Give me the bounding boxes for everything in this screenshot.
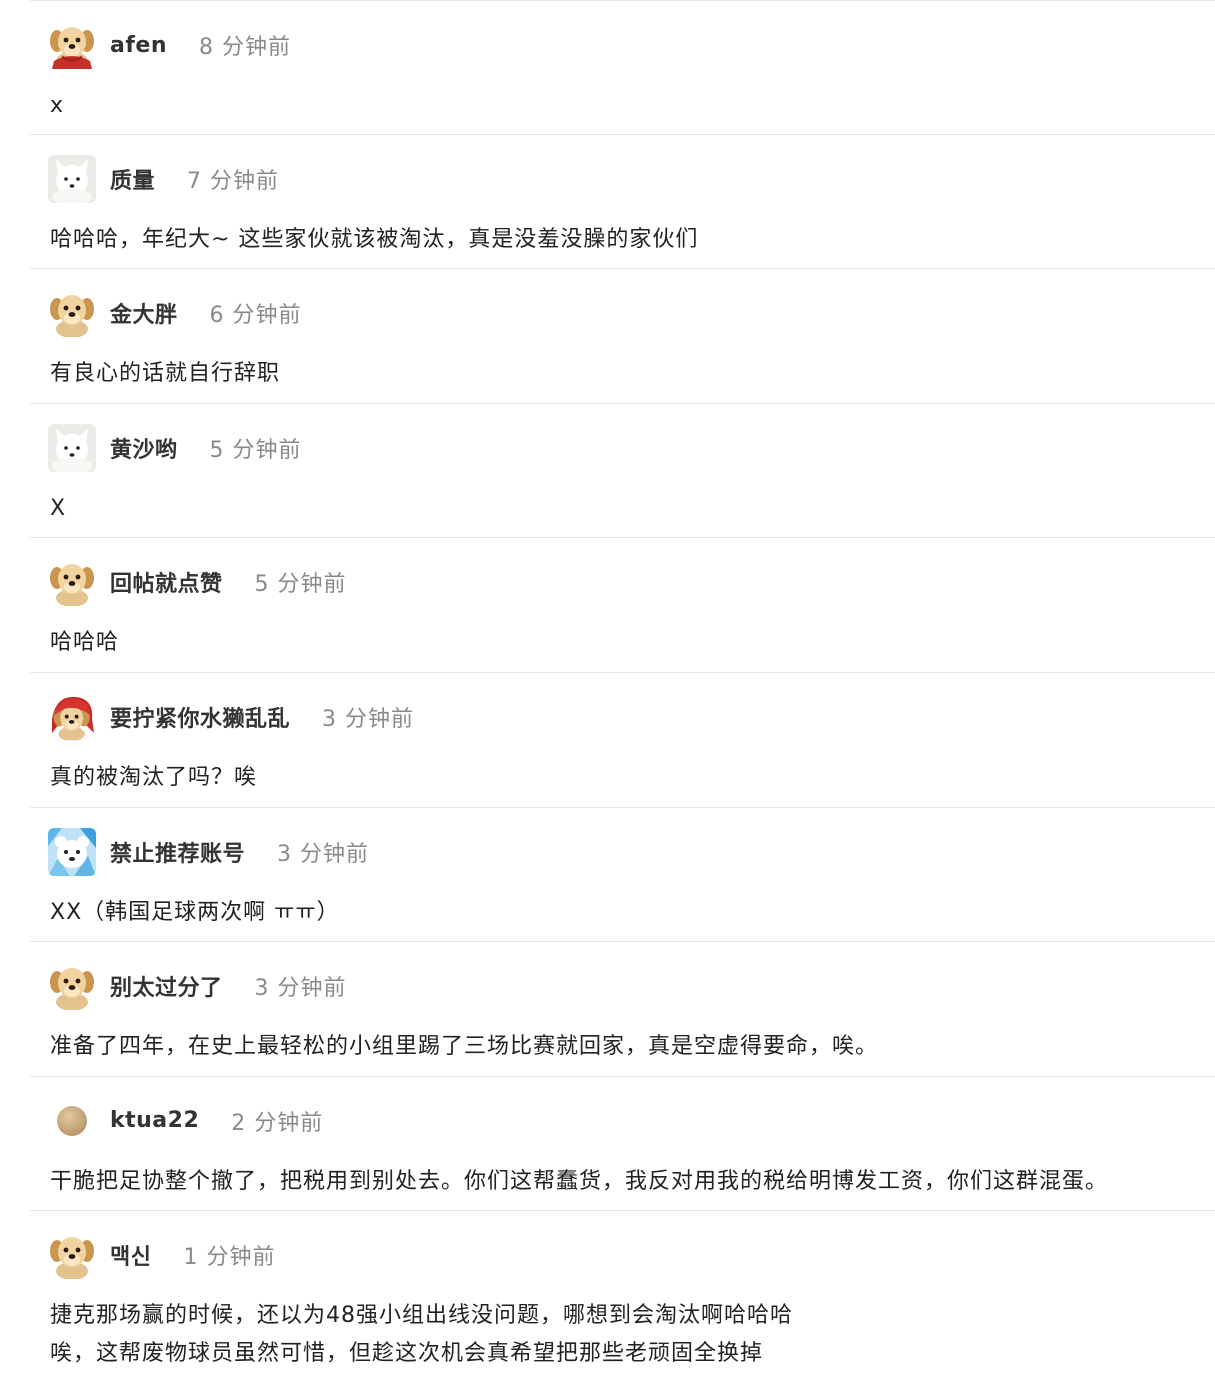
comment-item: 禁止推荐账号 3 分钟前 XX（韩国足球两次啊 ㅠㅠ） (30, 808, 1215, 943)
comment-line: 唉，这帮废物球员虽然可惜，但趁这次机会真希望把那些老顽固全换掉 (50, 1341, 764, 1367)
comment-text: XX（韩国足球两次啊 ㅠㅠ） (50, 894, 340, 932)
comment-line: 干脆把足协整个撤了，把税用到别处去。你们这帮蠢货，我反对用我的税给明博发工资，你… (50, 1168, 1109, 1194)
comment-line: XX（韩国足球两次啊 ㅠㅠ） (50, 899, 340, 925)
comment-item: 맥신 1 分钟前 捷克那场赢的时候，还以为48强小组出线没问题，哪想到会淘汰啊哈… (30, 1211, 1215, 1379)
username[interactable]: 金大胖 (110, 297, 178, 329)
username[interactable]: 质量 (110, 163, 155, 195)
comment-line: 哈哈哈，年纪大~ 这些家伙就该被淘汰，真是没羞没臊的家伙们 (50, 226, 699, 252)
comment-header: 禁止推荐账号 3 分钟前 (48, 827, 370, 876)
username[interactable]: 黄沙哟 (110, 432, 178, 464)
comment-header: 别太过分了 3 分钟前 (48, 962, 347, 1010)
comment-header: ktua22 2 分钟前 (48, 1097, 323, 1145)
comment-text: 哈哈哈，年纪大~ 这些家伙就该被淘汰，真是没羞没臊的家伙们 (50, 221, 698, 259)
puppy-avatar[interactable] (48, 289, 96, 337)
comment-text: 哈哈哈 (50, 624, 119, 662)
puppy-avatar[interactable] (48, 1231, 96, 1279)
puppy-avatar[interactable] (48, 558, 96, 606)
comment-line: x (50, 93, 65, 118)
tan-circle-avatar[interactable] (48, 1097, 96, 1145)
white-fox-avatar[interactable] (48, 424, 96, 472)
comment-header: afen 8 分钟前 (48, 21, 291, 69)
username[interactable]: 禁止推荐账号 (110, 836, 245, 868)
comment-text: 捷克那场赢的时候，还以为48强小组出线没问题，哪想到会淘汰啊哈哈哈 唉，这帮废物… (50, 1297, 793, 1373)
timestamp: 6 分钟前 (209, 303, 302, 329)
puppy-red-hood-avatar[interactable] (48, 693, 96, 741)
comment-line: 真的被淘汰了吗？唉 (50, 764, 258, 790)
timestamp: 3 分钟前 (277, 841, 370, 867)
comment-header: 黄沙哟 5 分钟前 (48, 424, 302, 472)
polar-bear-avatar[interactable] (48, 827, 96, 876)
comment-header: 맥신 1 分钟前 (48, 1231, 275, 1279)
comment-item: 回帖就点赞 5 分钟前 哈哈哈 (30, 538, 1215, 673)
comment-item: ktua22 2 分钟前 干脆把足协整个撤了，把税用到别处去。你们这帮蠢货，我反… (30, 1077, 1215, 1212)
comment-text: X (50, 490, 66, 528)
comment-text: x (50, 87, 64, 125)
comment-line: 捷克那场赢的时候，还以为48强小组出线没问题，哪想到会淘汰啊哈哈哈 (50, 1303, 793, 1329)
comment-item: afen 8 分钟前 x (30, 0, 1215, 135)
comment-item: 别太过分了 3 分钟前 准备了四年，在史上最轻松的小组里踢了三场比赛就回家，真是… (30, 942, 1215, 1077)
timestamp: 2 分钟前 (231, 1110, 324, 1136)
comment-text: 干脆把足协整个撤了，把税用到别处去。你们这帮蠢货，我反对用我的税给明博发工资，你… (50, 1163, 1108, 1201)
comment-line: X (50, 495, 67, 521)
comment-text: 真的被淘汰了吗？唉 (50, 759, 257, 797)
username[interactable]: 回帖就点赞 (110, 566, 223, 598)
comment-text: 有良心的话就自行辞职 (50, 355, 280, 393)
comment-header: 要拧紧你水獭乱乱 3 分钟前 (48, 693, 414, 741)
timestamp: 3 分钟前 (322, 706, 415, 732)
comment-item: 质量 7 分钟前 哈哈哈，年纪大~ 这些家伙就该被淘汰，真是没羞没臊的家伙们 (30, 135, 1215, 270)
username[interactable]: 要拧紧你水獭乱乱 (110, 701, 290, 733)
comment-header: 金大胖 6 分钟前 (48, 289, 302, 337)
timestamp: 7 分钟前 (187, 168, 280, 194)
username[interactable]: 맥신 (110, 1239, 151, 1271)
username[interactable]: afen (110, 33, 167, 58)
timestamp: 1 分钟前 (183, 1245, 276, 1271)
comment-list: afen 8 分钟前 x 质量 7 分钟前 哈哈哈，年纪大~ 这些家伙就该被淘汰… (30, 0, 1215, 1379)
comment-item: 金大胖 6 分钟前 有良心的话就自行辞职 (30, 269, 1215, 404)
comment-line: 有良心的话就自行辞职 (50, 361, 281, 387)
comment-header: 质量 7 分钟前 (48, 155, 279, 203)
timestamp: 8 分钟前 (199, 35, 291, 60)
white-fox-avatar[interactable] (48, 155, 96, 203)
username[interactable]: ktua22 (110, 1108, 199, 1133)
comment-item: 黄沙哟 5 分钟前 X (30, 404, 1215, 539)
username[interactable]: 别太过分了 (110, 970, 223, 1002)
timestamp: 5 分钟前 (254, 572, 347, 598)
comment-text: 准备了四年，在史上最轻松的小组里踢了三场比赛就回家，真是空虚得要命，唉。 (50, 1028, 878, 1066)
timestamp: 5 分钟前 (209, 437, 302, 463)
puppy-scarf-avatar[interactable] (48, 21, 96, 69)
comment-item: 要拧紧你水獭乱乱 3 分钟前 真的被淘汰了吗？唉 (30, 673, 1215, 808)
comment-line: 哈哈哈 (50, 630, 120, 656)
comment-header: 回帖就点赞 5 分钟前 (48, 558, 347, 606)
puppy-avatar[interactable] (48, 962, 96, 1010)
timestamp: 3 分钟前 (254, 976, 347, 1002)
comment-line: 准备了四年，在史上最轻松的小组里踢了三场比赛就回家，真是空虚得要命，唉。 (50, 1034, 879, 1060)
